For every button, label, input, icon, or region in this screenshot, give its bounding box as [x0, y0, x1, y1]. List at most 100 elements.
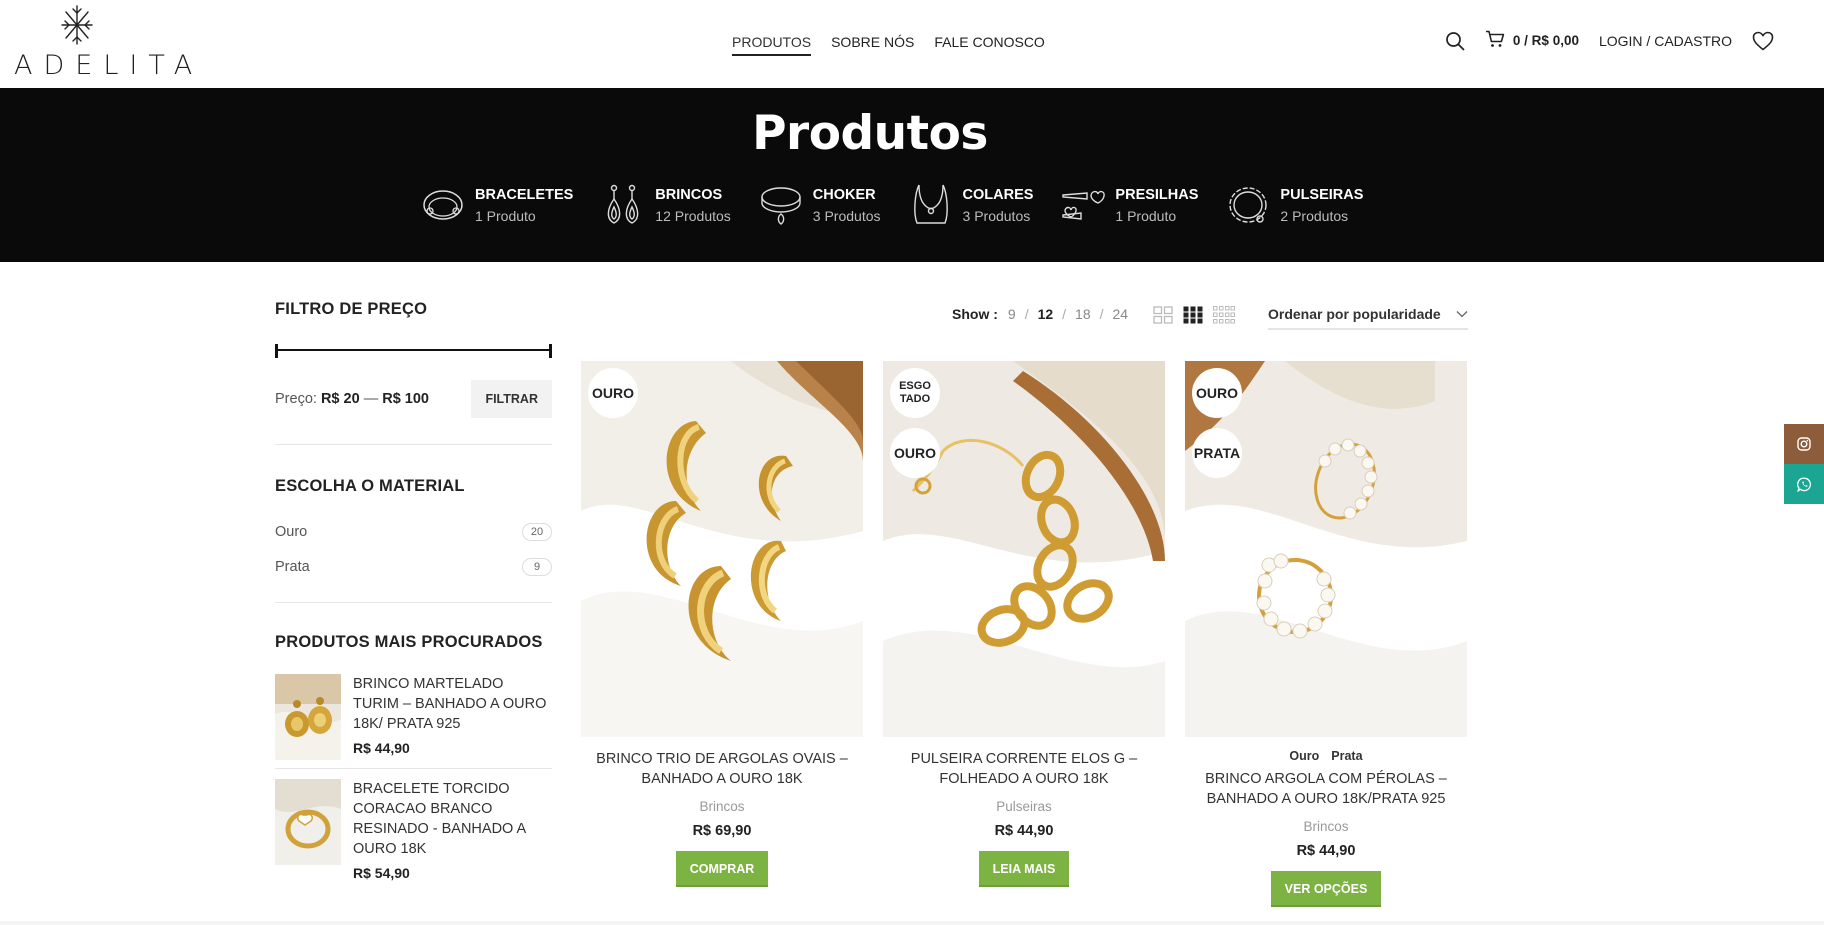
- cart-total: 0 / R$ 0,00: [1512, 33, 1579, 48]
- category-brincos[interactable]: BRINCOS 12 Produtos: [601, 183, 731, 227]
- product-photo: [883, 361, 1165, 737]
- best-seller-item[interactable]: BRINCO MARTELADO TURIM – BANHADO A OURO …: [275, 664, 552, 769]
- product-name[interactable]: BRINCO ARGOLA COM PÉROLAS – BANHADO A OU…: [1185, 769, 1467, 809]
- product-price: R$ 44,90: [994, 823, 1054, 839]
- category-name: PULSEIRAS: [1280, 186, 1364, 203]
- best-seller-item[interactable]: BRACELETE TORCIDO CORACAO BRANCO RESINAD…: [275, 769, 552, 889]
- price-range-text: Preço: R$ 20 — R$ 100: [275, 391, 429, 407]
- best-seller-price: R$ 54,90: [353, 865, 410, 881]
- products-per-page: Show : 9 / 12 / 18 / 24: [952, 306, 1128, 322]
- category-count: 3 Produtos: [962, 207, 1031, 224]
- category-braceletes[interactable]: BRACELETES 1 Produto: [421, 183, 573, 227]
- divider: [275, 602, 552, 603]
- price-slider-min-handle[interactable]: [275, 344, 278, 358]
- necklace-icon: [909, 183, 953, 227]
- price-filter-title: FILTRO DE PREÇO: [275, 300, 428, 318]
- category-colares[interactable]: COLARES 3 Produtos: [909, 183, 1034, 227]
- show-option-18[interactable]: 18: [1075, 306, 1091, 322]
- snowflake-icon: [61, 5, 93, 45]
- show-option-9[interactable]: 9: [1008, 306, 1016, 322]
- header-actions: 0 / R$ 0,00 LOGIN / CADASTRO: [1445, 30, 1774, 51]
- page-bottom-edge: [0, 921, 1824, 925]
- product-card: ESGO TADO OURO PULSEIRA CORRENTE ELOS G …: [883, 361, 1165, 887]
- read-more-button[interactable]: LEIA MAIS: [978, 851, 1070, 887]
- wishlist-heart-icon[interactable]: [1752, 31, 1774, 51]
- brand-name: ADELITA: [14, 50, 204, 81]
- badge-ouro: OURO: [890, 428, 940, 478]
- best-seller-name: BRINCO MARTELADO TURIM – BANHADO A OURO …: [353, 676, 547, 732]
- product-category[interactable]: Pulseiras: [883, 799, 1165, 814]
- grid-2-columns-icon[interactable]: [1153, 306, 1173, 329]
- login-link[interactable]: LOGIN / CADASTRO: [1599, 33, 1732, 49]
- sort-select[interactable]: Ordenar por popularidade: [1268, 300, 1468, 330]
- best-seller-name: BRACELETE TORCIDO CORACAO BRANCO RESINAD…: [353, 781, 526, 857]
- category-name: PRESILHAS: [1115, 186, 1199, 203]
- price-slider-max-handle[interactable]: [549, 344, 552, 358]
- page-title: Produtos: [752, 106, 988, 161]
- filter-button[interactable]: FILTRAR: [471, 380, 552, 418]
- show-option-24[interactable]: 24: [1113, 306, 1129, 322]
- category-name: COLARES: [962, 186, 1034, 203]
- choker-icon: [759, 183, 803, 227]
- separator: /: [1099, 306, 1104, 322]
- material-count: 20: [522, 522, 552, 541]
- product-name[interactable]: PULSEIRA CORRENTE ELOS G – FOLHEADO A OU…: [883, 749, 1165, 789]
- material-item-prata[interactable]: Prata 9: [275, 549, 552, 584]
- search-icon[interactable]: [1445, 31, 1465, 51]
- price-max: R$ 100: [382, 391, 429, 407]
- nav-fale-conosco[interactable]: FALE CONOSCO: [934, 34, 1044, 56]
- best-sellers-title: PRODUTOS MAIS PROCURADOS: [275, 633, 543, 651]
- grid-view-switcher: [1153, 306, 1235, 329]
- price-sep: —: [363, 391, 379, 407]
- hairclip-icon: [1061, 183, 1106, 227]
- product-category[interactable]: Brincos: [581, 799, 863, 814]
- grid-3-columns-icon[interactable]: [1183, 306, 1203, 329]
- product-thumbnail: [275, 674, 341, 760]
- product-image[interactable]: OURO: [581, 361, 863, 737]
- whatsapp-icon[interactable]: [1784, 464, 1824, 504]
- category-pulseiras[interactable]: PULSEIRAS 2 Produtos: [1226, 183, 1363, 227]
- nav-sobre-nos[interactable]: SOBRE NÓS: [831, 34, 914, 56]
- grid-4-columns-icon[interactable]: [1213, 306, 1235, 329]
- earrings-icon: [601, 183, 645, 227]
- material-name: Prata: [275, 558, 310, 575]
- category-count: 1 Produto: [1115, 207, 1177, 224]
- instagram-icon[interactable]: [1784, 424, 1824, 464]
- divider: [275, 444, 552, 445]
- best-sellers-list: BRINCO MARTELADO TURIM – BANHADO A OURO …: [275, 664, 552, 889]
- show-option-12[interactable]: 12: [1038, 306, 1054, 322]
- separator: /: [1062, 306, 1067, 322]
- price-label: Preço:: [275, 391, 317, 407]
- cart-button[interactable]: 0 / R$ 0,00: [1485, 30, 1579, 51]
- product-image[interactable]: ESGO TADO OURO: [883, 361, 1165, 737]
- product-info: PULSEIRA CORRENTE ELOS G – FOLHEADO A OU…: [883, 737, 1165, 887]
- product-image[interactable]: OURO PRATA: [1185, 361, 1467, 737]
- attribute-ouro[interactable]: Ouro: [1289, 749, 1319, 763]
- category-presilhas[interactable]: PRESILHAS 1 Produto: [1061, 183, 1198, 227]
- badge-ouro: OURO: [1192, 368, 1242, 418]
- material-title: ESCOLHA O MATERIAL: [275, 477, 465, 495]
- product-category[interactable]: Brincos: [1185, 819, 1467, 834]
- category-count: 3 Produtos: [812, 207, 881, 224]
- product-name[interactable]: BRINCO TRIO DE ARGOLAS OVAIS – BANHADO A…: [581, 749, 863, 789]
- material-item-ouro[interactable]: Ouro 20: [275, 514, 552, 549]
- buy-button[interactable]: COMPRAR: [675, 851, 769, 887]
- brand-logo[interactable]: ADELITA: [14, 4, 204, 81]
- product-attributes: Ouro Prata: [1185, 749, 1467, 763]
- price-row: Preço: R$ 20 — R$ 100 FILTRAR: [275, 380, 552, 418]
- category-choker[interactable]: CHOKER 3 Produtos: [759, 183, 881, 227]
- category-name: BRACELETES: [475, 186, 574, 203]
- site-header: ADELITA PRODUTOS SOBRE NÓS FALE CONOSCO …: [0, 0, 1824, 88]
- price-min: R$ 20: [320, 391, 360, 407]
- chevron-down-icon: [1456, 305, 1468, 323]
- category-count: 1 Produto: [475, 207, 536, 224]
- material-list: Ouro 20 Prata 9: [275, 514, 552, 584]
- product-photo: [581, 361, 863, 737]
- view-options-button[interactable]: VER OPÇÕES: [1270, 871, 1382, 907]
- price-slider[interactable]: [275, 344, 552, 358]
- badge-ouro: OURO: [588, 368, 638, 418]
- category-name: CHOKER: [812, 186, 876, 203]
- nav-produtos[interactable]: PRODUTOS: [732, 34, 812, 56]
- attribute-prata[interactable]: Prata: [1331, 749, 1362, 763]
- sidebar: FILTRO DE PREÇO Preço: R$ 20 — R$ 100 FI…: [275, 300, 552, 889]
